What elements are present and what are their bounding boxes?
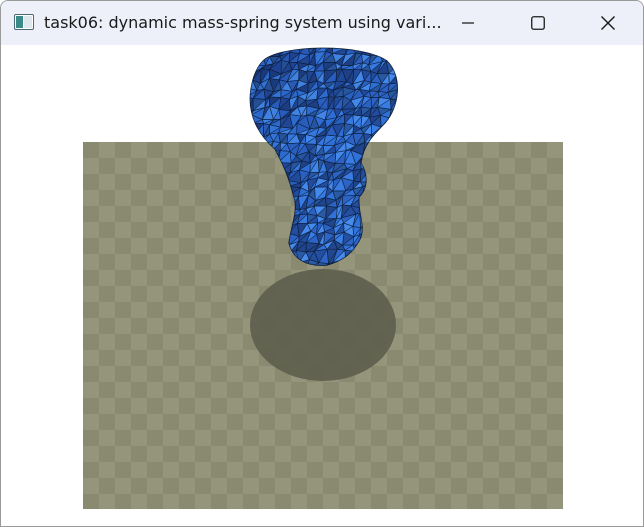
mesh-triangle [250, 65, 257, 75]
mesh-triangle [250, 73, 253, 82]
mesh-triangle [250, 55, 257, 66]
mesh-triangle [250, 48, 252, 56]
mesh-triangle [387, 48, 398, 53]
close-icon [601, 16, 615, 30]
mesh-triangle [250, 48, 252, 53]
mesh-triangle [379, 48, 388, 54]
title-bar[interactable]: task06: dynamic mass-spring system using… [1, 1, 643, 45]
mesh-edge [250, 73, 254, 83]
mesh-triangle [250, 114, 254, 126]
render-viewport[interactable] [1, 45, 643, 527]
mesh-triangle [262, 48, 270, 57]
mesh-edge [261, 48, 271, 58]
window-title: task06: dynamic mass-spring system using… [44, 13, 442, 32]
mesh-edge [386, 48, 398, 54]
mesh-triangle [262, 48, 270, 54]
mesh-edge [251, 48, 264, 57]
mesh-triangle [386, 124, 398, 135]
close-button[interactable] [573, 1, 643, 45]
mesh-triangle [386, 133, 398, 144]
cloth-shadow [250, 269, 396, 381]
mesh-triangle [251, 48, 263, 56]
mesh-edge [379, 48, 388, 55]
scene-canvas[interactable] [1, 45, 643, 527]
app-window-icon [14, 14, 34, 30]
mesh-triangle [250, 52, 252, 65]
mesh-triangle [250, 123, 254, 136]
mesh-edge [250, 52, 257, 67]
mesh-edge [250, 114, 255, 127]
mesh-triangle [386, 124, 396, 135]
app-window: task06: dynamic mass-spring system using… [0, 0, 644, 527]
minimize-button[interactable] [433, 1, 503, 45]
mesh-triangle [250, 114, 252, 126]
mesh-edge [370, 48, 382, 57]
mesh-edge [250, 122, 255, 136]
mesh-edge [385, 124, 398, 136]
mesh-triangle [251, 48, 263, 56]
maximize-button[interactable] [503, 1, 573, 45]
mesh-edge [250, 48, 253, 57]
minimize-icon [462, 22, 474, 24]
mesh-triangle [250, 123, 254, 134]
mesh-triangle [250, 64, 257, 75]
mesh-triangle [379, 48, 388, 54]
maximize-icon [531, 16, 545, 30]
mesh-triangle [387, 48, 398, 53]
mesh-triangle [386, 51, 398, 61]
mesh-triangle [250, 73, 253, 82]
mesh-edge [250, 64, 257, 75]
